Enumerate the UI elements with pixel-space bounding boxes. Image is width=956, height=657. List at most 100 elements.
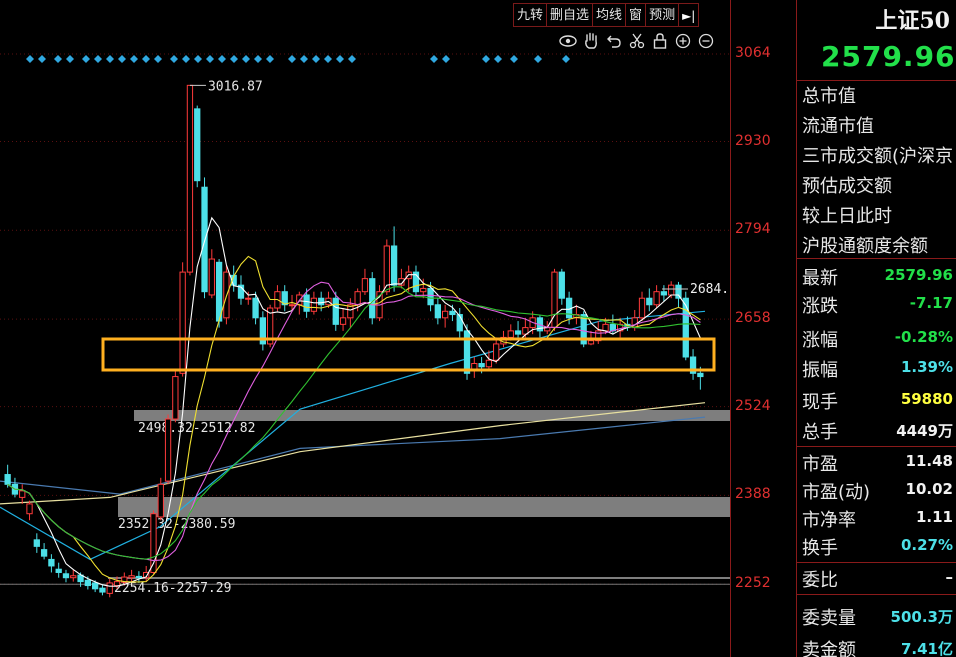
signal-diamond <box>562 55 570 63</box>
candle-body <box>493 343 500 361</box>
candle-body <box>186 84 194 273</box>
stat-label: 委卖量 <box>802 608 856 629</box>
ma250-line <box>0 416 706 495</box>
index-price: 2579.96 <box>821 40 956 73</box>
candle-body <box>62 573 70 579</box>
signal-diamond <box>288 55 296 63</box>
stat-value: 7.41亿 <box>900 640 953 657</box>
stat-row: 涨跌 -7.17 <box>797 290 956 318</box>
ma5-line <box>7 216 701 587</box>
stat-value: – <box>945 568 954 586</box>
signal-diamond <box>348 55 356 63</box>
info-three-market-turnover: 三市成交额(沪深京 <box>802 146 954 167</box>
undo-icon[interactable] <box>604 32 624 50</box>
signal-diamond <box>82 55 90 63</box>
signal-diamond <box>94 55 102 63</box>
stat-label: 涨幅 <box>802 330 838 351</box>
candle-body <box>26 503 33 515</box>
candle-body <box>194 108 201 182</box>
lock-icon[interactable] <box>650 32 670 50</box>
signal-diamond <box>142 55 150 63</box>
signal-diamond <box>54 55 62 63</box>
stat-value: 1.11 <box>915 508 953 526</box>
support-zone-band <box>118 497 730 517</box>
candle-body <box>40 549 48 557</box>
candle-body <box>339 317 347 325</box>
stat-row: 市盈(动) 10.02 <box>797 476 956 504</box>
scissors-icon[interactable] <box>627 32 647 50</box>
info-total-market-cap: 总市值 <box>802 86 856 107</box>
signal-diamond <box>242 55 250 63</box>
stat-label: 卖金额 <box>802 640 856 657</box>
collapse-panel-icon[interactable]: ►| <box>678 3 700 27</box>
tb-button-window[interactable]: 窗 <box>625 3 647 27</box>
support-zone-band <box>134 410 730 421</box>
stat-value: -0.28% <box>894 328 953 346</box>
signal-diamond <box>26 55 34 63</box>
candle-body <box>369 278 376 319</box>
signal-diamond <box>324 55 332 63</box>
candle-body <box>463 330 471 374</box>
stat-value: 0.27% <box>900 536 953 554</box>
candle-body <box>19 490 26 498</box>
stat-row: 委卖量 500.3万 <box>797 602 956 630</box>
tb-button-forecast[interactable]: 预测 <box>645 3 680 27</box>
signal-diamond <box>534 55 542 63</box>
candle-body <box>660 291 668 296</box>
stat-row: 市盈 11.48 <box>797 448 956 476</box>
price-tick: 2388 <box>735 486 771 503</box>
divider <box>797 562 956 563</box>
price-tick: 2658 <box>735 310 771 327</box>
candle-body <box>653 291 660 306</box>
support-zone-label: 2498.32-2512.82 <box>138 421 255 436</box>
stat-row: 市净率 1.11 <box>797 504 956 532</box>
hand-icon[interactable] <box>581 32 601 50</box>
stat-value: 2579.96 <box>884 266 953 284</box>
zoom-out-icon[interactable] <box>696 32 716 50</box>
candle-body <box>427 287 434 306</box>
signal-diamond <box>182 55 190 63</box>
index-name: 上证50 <box>875 8 950 34</box>
candle-body <box>172 376 179 420</box>
candle-body <box>252 297 259 319</box>
chart-toolbar: 九转 删自选 均线 窗 预测 ►| <box>513 3 700 27</box>
signal-diamond <box>510 55 518 63</box>
tb-button-nine-turn[interactable]: 九转 <box>513 3 548 27</box>
signal-diamond <box>218 55 226 63</box>
candle-body <box>638 297 646 319</box>
stat-value: 1.39% <box>900 358 953 376</box>
signal-diamond <box>300 55 308 63</box>
signal-diamond <box>266 55 274 63</box>
tb-button-remove-watchlist[interactable]: 删自选 <box>546 3 594 27</box>
stat-value: 10.02 <box>905 480 953 498</box>
candle-body <box>288 304 296 307</box>
stat-value: 4449万 <box>896 422 953 440</box>
signal-diamond <box>130 55 138 63</box>
stat-row: 涨幅 -0.28% <box>797 324 956 352</box>
kline-svg[interactable]: 2498.32-2512.822352.32-2380.592254.16-22… <box>0 0 730 657</box>
stat-label: 委比 <box>802 570 838 591</box>
candle-body <box>558 271 565 299</box>
stat-row: 最新 2579.96 <box>797 262 956 290</box>
stat-row: 换手 0.27% <box>797 532 956 560</box>
tb-button-moving-average[interactable]: 均线 <box>592 3 627 27</box>
candle-body <box>668 284 675 296</box>
price-tick: 2524 <box>735 397 771 414</box>
signal-diamond <box>170 55 178 63</box>
candle-body <box>682 297 689 358</box>
candle-body <box>106 582 113 594</box>
divider <box>797 594 956 595</box>
price-tick: 2930 <box>735 132 771 149</box>
eye-icon[interactable] <box>558 32 578 50</box>
candle-body <box>128 575 135 579</box>
signal-diamond <box>442 55 450 63</box>
price-tick: 2794 <box>735 221 771 238</box>
zoom-in-icon[interactable] <box>673 32 693 50</box>
candle-body <box>55 568 62 573</box>
candle-body <box>208 258 215 296</box>
price-axis: 3064 2930 2794 2658 2524 2388 2252 <box>730 0 796 657</box>
kline-chart[interactable]: 2498.32-2512.82 2352.32-2380.59 2254.16-22… <box>0 0 730 657</box>
stat-row: 卖金额 7.41亿 <box>797 634 956 657</box>
close-tag-label: 2684. <box>690 282 729 297</box>
candle-body <box>514 330 522 335</box>
